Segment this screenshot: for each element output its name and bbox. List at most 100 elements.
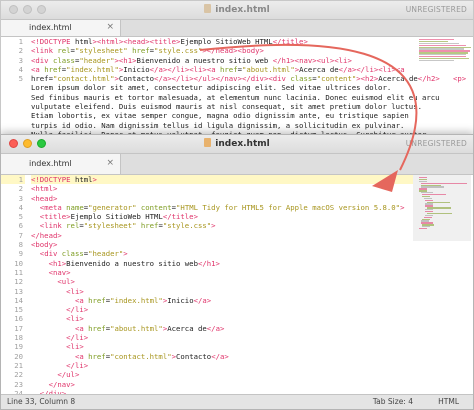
line-number: 6 [18, 221, 23, 231]
line-number [1, 111, 25, 120]
title-bar[interactable]: index.html UNREGISTERED [1, 1, 473, 20]
code-line: <html> [31, 184, 58, 194]
tab-size-selector[interactable]: Tab Size: 4 [373, 397, 413, 406]
line-number: 23 [14, 379, 23, 389]
minimap[interactable] [419, 177, 471, 237]
code-line: </head> [31, 230, 62, 240]
line-number: 21 [14, 360, 23, 370]
window-title-text: index.html [215, 139, 270, 149]
minimap-line [419, 228, 428, 230]
line-number [1, 102, 25, 111]
line-number: 1 [1, 175, 25, 185]
code-line: <li> [66, 314, 84, 324]
line-number: 2 [18, 46, 23, 56]
code-line: <a href="index.html">Inicio</a></li><li>… [31, 64, 405, 74]
file-icon [204, 4, 212, 13]
code-line: </li> [66, 333, 89, 343]
code-line: <a href="about.html">Acerca de</a> [74, 323, 225, 333]
code-line: </ul> [57, 370, 80, 380]
line-number: 1 [18, 37, 23, 46]
tab-label: index.html [29, 23, 72, 32]
code-area[interactable]: <!DOCTYPE html><html><head><title>Ejempl… [31, 37, 467, 139]
code-line: turpis id odio. Nam dignissim tellus id … [31, 120, 405, 130]
code-line: <li> [66, 286, 84, 296]
code-line: </li> [66, 305, 89, 315]
line-number: 5 [18, 74, 23, 84]
line-number: 15 [14, 305, 23, 315]
tab-label: index.html [29, 159, 72, 168]
code-line: <nav> [48, 267, 71, 277]
minimap[interactable] [419, 39, 471, 99]
file-icon [204, 138, 212, 147]
title-bar[interactable]: index.html UNREGISTERED [1, 135, 473, 154]
code-editor[interactable]: 1234567891011121314151617181920212223242… [1, 175, 473, 409]
unregistered-label: UNREGISTERED [405, 139, 467, 148]
code-line: </nav> [48, 379, 75, 389]
line-number [1, 83, 25, 92]
code-line: </li> [66, 360, 89, 370]
window-title: index.html [1, 138, 473, 149]
line-number: 11 [14, 267, 23, 277]
code-line: <body> [31, 240, 58, 250]
window-title: index.html [1, 4, 473, 15]
code-line: Lorem ipsum dolor sit amet, consectetur … [31, 83, 392, 93]
syntax-selector[interactable]: HTML [438, 397, 459, 406]
code-editor[interactable]: 12345 <!DOCTYPE html><html><head><title>… [1, 37, 473, 149]
line-number: 4 [18, 64, 23, 74]
tab-bar: index.html × [1, 20, 473, 37]
minimap-line [419, 59, 454, 62]
code-line: <a href="index.html">Inicio</a> [74, 295, 212, 305]
tab-bar: index.html × [1, 154, 473, 175]
line-number-gutter: 1234567891011121314151617181920212223242… [1, 175, 25, 409]
editor-window-back: index.html UNREGISTERED index.html × 123… [0, 0, 474, 150]
tab-index-html[interactable]: index.html × [1, 154, 121, 174]
code-line: Sed finibus mauris et tortor malesuada, … [31, 92, 440, 102]
window-title-text: index.html [215, 5, 270, 15]
close-tab-icon[interactable]: × [106, 158, 114, 168]
line-number: 10 [14, 258, 23, 268]
code-line: <li> [66, 342, 84, 352]
code-line: <div class="header"> [39, 249, 128, 259]
line-number: 7 [18, 230, 23, 240]
code-line: <link rel="stylesheet" href="style.css">… [31, 46, 264, 56]
editor-window-front: index.html UNREGISTERED index.html × 123… [0, 134, 474, 410]
line-number: 13 [14, 286, 23, 296]
code-line: <h1>Bienvenido a nuestro sitio web</h1> [48, 258, 220, 268]
code-line: <meta name="generator" content="HTML Tid… [39, 202, 405, 212]
status-bar: Line 33, Column 8 Tab Size: 4 HTML [1, 394, 473, 409]
code-line: Etiam lobortis, ex vitae semper congue, … [31, 111, 409, 121]
line-number: 5 [18, 212, 23, 222]
line-number: 9 [18, 249, 23, 259]
code-line: vulputate eleifend. Duis euismod mauris … [31, 102, 422, 112]
code-area[interactable]: <!DOCTYPE html> <html> <head> <meta name="… [31, 175, 413, 409]
code-line: <!DOCTYPE html><html><head><title>Ejempl… [31, 37, 308, 46]
line-number: 18 [14, 333, 23, 343]
tab-index-html[interactable]: index.html × [1, 20, 121, 36]
line-number: 3 [18, 55, 23, 65]
line-number-gutter: 12345 [1, 37, 25, 149]
code-line: <head> [31, 193, 58, 203]
line-number: 22 [14, 370, 23, 380]
line-number: 12 [14, 277, 23, 287]
close-tab-icon[interactable]: × [106, 22, 114, 32]
line-number: 14 [14, 295, 23, 305]
unregistered-label: UNREGISTERED [405, 5, 467, 14]
line-number: 20 [14, 351, 23, 361]
line-number: 3 [18, 193, 23, 203]
code-line: <title>Ejemplo SitioWeb HTML</title> [39, 212, 198, 222]
line-number: 4 [18, 202, 23, 212]
line-number: 2 [18, 184, 23, 194]
code-line: <a href="contact.html">Contacto</a> [74, 351, 229, 361]
code-line: <!DOCTYPE html> [31, 175, 413, 185]
line-number [1, 121, 25, 130]
line-number: 17 [14, 323, 23, 333]
code-line: <div class="header"><h1>Bienvenido a nue… [31, 55, 352, 65]
cursor-position: Line 33, Column 8 [7, 397, 76, 406]
line-number: 8 [18, 240, 23, 250]
line-number: 16 [14, 314, 23, 324]
code-line: <ul> [57, 277, 75, 287]
code-line: href="contact.html">Contacto</a></li></u… [31, 74, 467, 84]
line-number [1, 93, 25, 102]
line-number: 19 [14, 342, 23, 352]
code-line: <link rel="stylesheet" href="style.css"> [39, 221, 216, 231]
